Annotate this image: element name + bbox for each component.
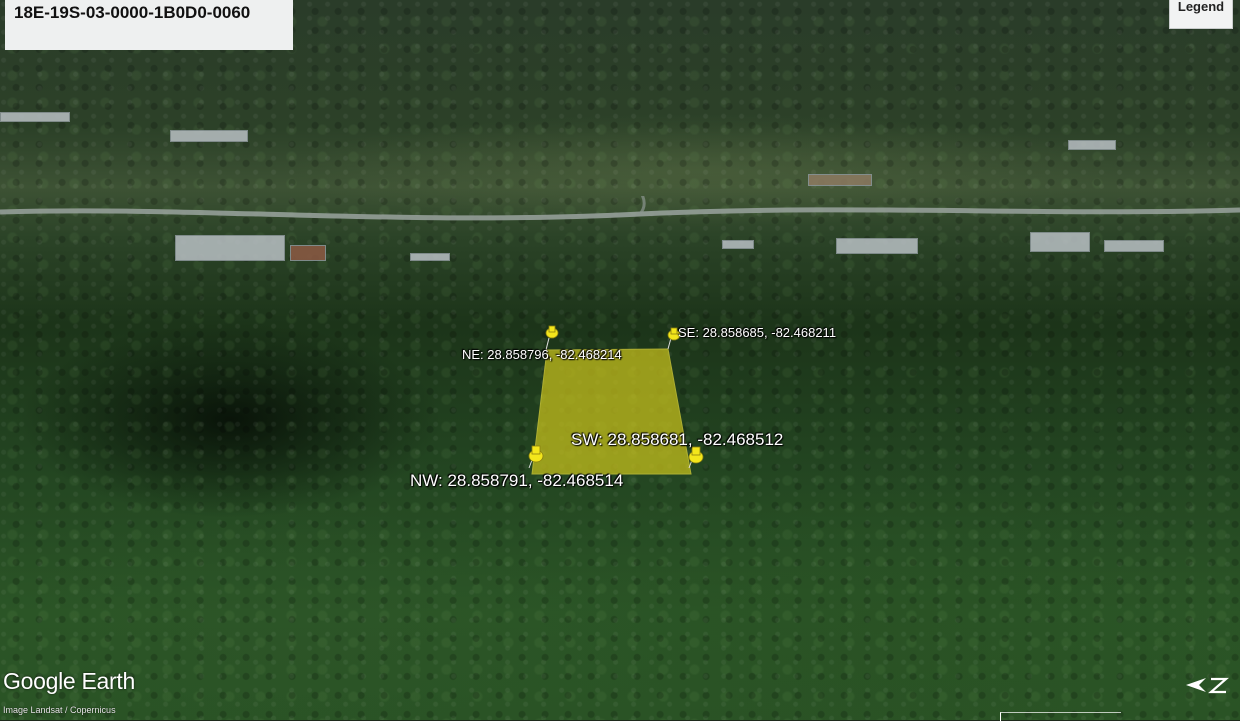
parcel-title: 18E-19S-03-0000-1B0D0-0060: [14, 3, 251, 22]
imagery-credit: Image Landsat / Copernicus: [3, 705, 116, 715]
marker-label-sw[interactable]: SW: 28.858681, -82.468512: [571, 430, 783, 450]
satellite-map-view[interactable]: NE: 28.858796, -82.468214 SE: 28.858685,…: [0, 0, 1240, 720]
north-arrow-icon[interactable]: [1184, 674, 1230, 698]
parcel-polygon[interactable]: [531, 348, 692, 475]
pushpin-sw-icon[interactable]: [688, 446, 704, 469]
title-panel: 18E-19S-03-0000-1B0D0-0060: [5, 0, 293, 50]
legend-button[interactable]: Legend: [1169, 0, 1233, 29]
marker-label-se[interactable]: SE: 28.858685, -82.468211: [678, 325, 836, 340]
google-earth-logo: Google Earth: [3, 668, 135, 694]
marker-label-ne[interactable]: NE: 28.858796, -82.468214: [462, 347, 622, 362]
marker-label-nw[interactable]: NW: 28.858791, -82.468514: [410, 471, 623, 491]
